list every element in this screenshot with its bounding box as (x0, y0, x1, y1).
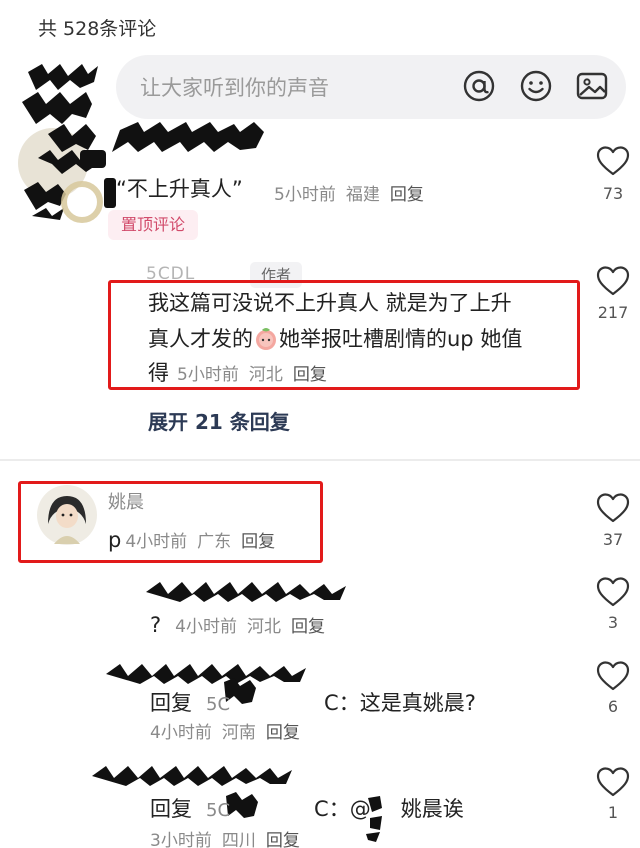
like-count: 6 (607, 697, 619, 716)
comment-meta: 3小时前 四川 回复 (150, 826, 300, 848)
redaction-scribble (146, 582, 346, 602)
avatar[interactable] (18, 128, 88, 198)
reply-button[interactable]: 回复 (266, 723, 300, 743)
reply-button[interactable]: 回复 (291, 617, 325, 637)
comment-meta: 4小时前 河南 回复 (150, 718, 300, 743)
smiley-icon[interactable] (518, 68, 554, 104)
comment-meta: 5小时前 福建 回复 (274, 180, 424, 205)
image-icon[interactable] (574, 68, 610, 104)
like-count: 217 (597, 303, 629, 322)
comment-location: 四川 (221, 831, 256, 848)
heart-outline-icon[interactable] (596, 660, 630, 692)
commenter-name[interactable]: 姚晨 (108, 488, 144, 514)
like-count: 1 (607, 803, 619, 822)
like-count: 73 (602, 184, 624, 203)
reply-button[interactable]: 回复 (390, 185, 424, 205)
reply-prefix: 回复 (150, 797, 192, 821)
comment-text-line-1: 我这篇可没说不上升真人 就是为了上升 (148, 291, 512, 315)
heart-outline-icon[interactable] (596, 145, 630, 177)
pinned-badge: 置顶评论 (108, 210, 198, 240)
comment-text-tail: 姚晨诶 (400, 797, 464, 821)
comment-input-placeholder[interactable]: 让大家听到你的声音 (140, 72, 329, 102)
heart-outline-icon[interactable] (596, 576, 630, 608)
heart-outline-icon[interactable] (596, 766, 630, 798)
comment-text: “不上升真人” (116, 177, 243, 201)
like-count: 37 (602, 530, 624, 549)
comment-text-part: 真人才发的 (148, 327, 253, 351)
comment-line: ? 4小时前 河北 回复 (150, 610, 325, 640)
avatar[interactable] (36, 484, 98, 546)
comment-count: 共 528条评论 (38, 18, 157, 40)
comment-text-tail: C：这是真姚晨? (324, 691, 476, 715)
heart-outline-icon[interactable] (596, 492, 630, 524)
reply-button[interactable]: 回复 (293, 365, 327, 385)
comment-line-3: 得 5小时前 河北 回复 (148, 358, 327, 388)
at-icon[interactable] (461, 68, 497, 104)
reply-prefix: 回复 (150, 691, 192, 715)
comment-time: 5小时前 (177, 365, 239, 385)
peach-emoji-icon (256, 328, 276, 350)
comment-text: ? (150, 613, 162, 637)
comment-text: p (108, 528, 122, 552)
comment-text-mention[interactable]: C：@ (314, 797, 371, 821)
comment-line: p 4小时前 广东 回复 (108, 525, 275, 555)
comment-location: 河北 (246, 617, 281, 637)
divider (0, 459, 640, 461)
like-count: 3 (607, 613, 619, 632)
comment-time: 4小时前 (150, 723, 212, 743)
comment-location: 河北 (248, 365, 283, 385)
comment-text: 回复 5C C：这是真姚晨? (150, 688, 476, 720)
comment-text-part: 她举报吐槽剧情的up 她值 (279, 327, 523, 351)
heart-outline-icon[interactable] (596, 265, 630, 297)
comment-location: 河南 (221, 723, 256, 743)
comment-time: 4小时前 (175, 617, 237, 637)
reply-target[interactable]: 5C (206, 800, 230, 821)
comment-time: 5小时前 (274, 185, 336, 205)
comment-location: 福建 (345, 185, 380, 205)
comment-text: 回复 5C C：@ 姚晨诶 (150, 794, 464, 826)
reply-button[interactable]: 回复 (266, 831, 300, 848)
reply-target[interactable]: 5C (206, 694, 230, 715)
comment-location: 广东 (197, 532, 232, 552)
reply-button[interactable]: 回复 (241, 532, 275, 552)
comment-text-line-3: 得 (148, 361, 169, 385)
comment-time: 3小时前 (150, 831, 212, 848)
expand-replies-button[interactable]: 展开 21 条回复 (148, 406, 290, 435)
comment-text-line-2: 真人才发的 她举报吐槽剧情的up 她值 (148, 324, 522, 354)
comment-time: 4小时前 (125, 532, 188, 552)
